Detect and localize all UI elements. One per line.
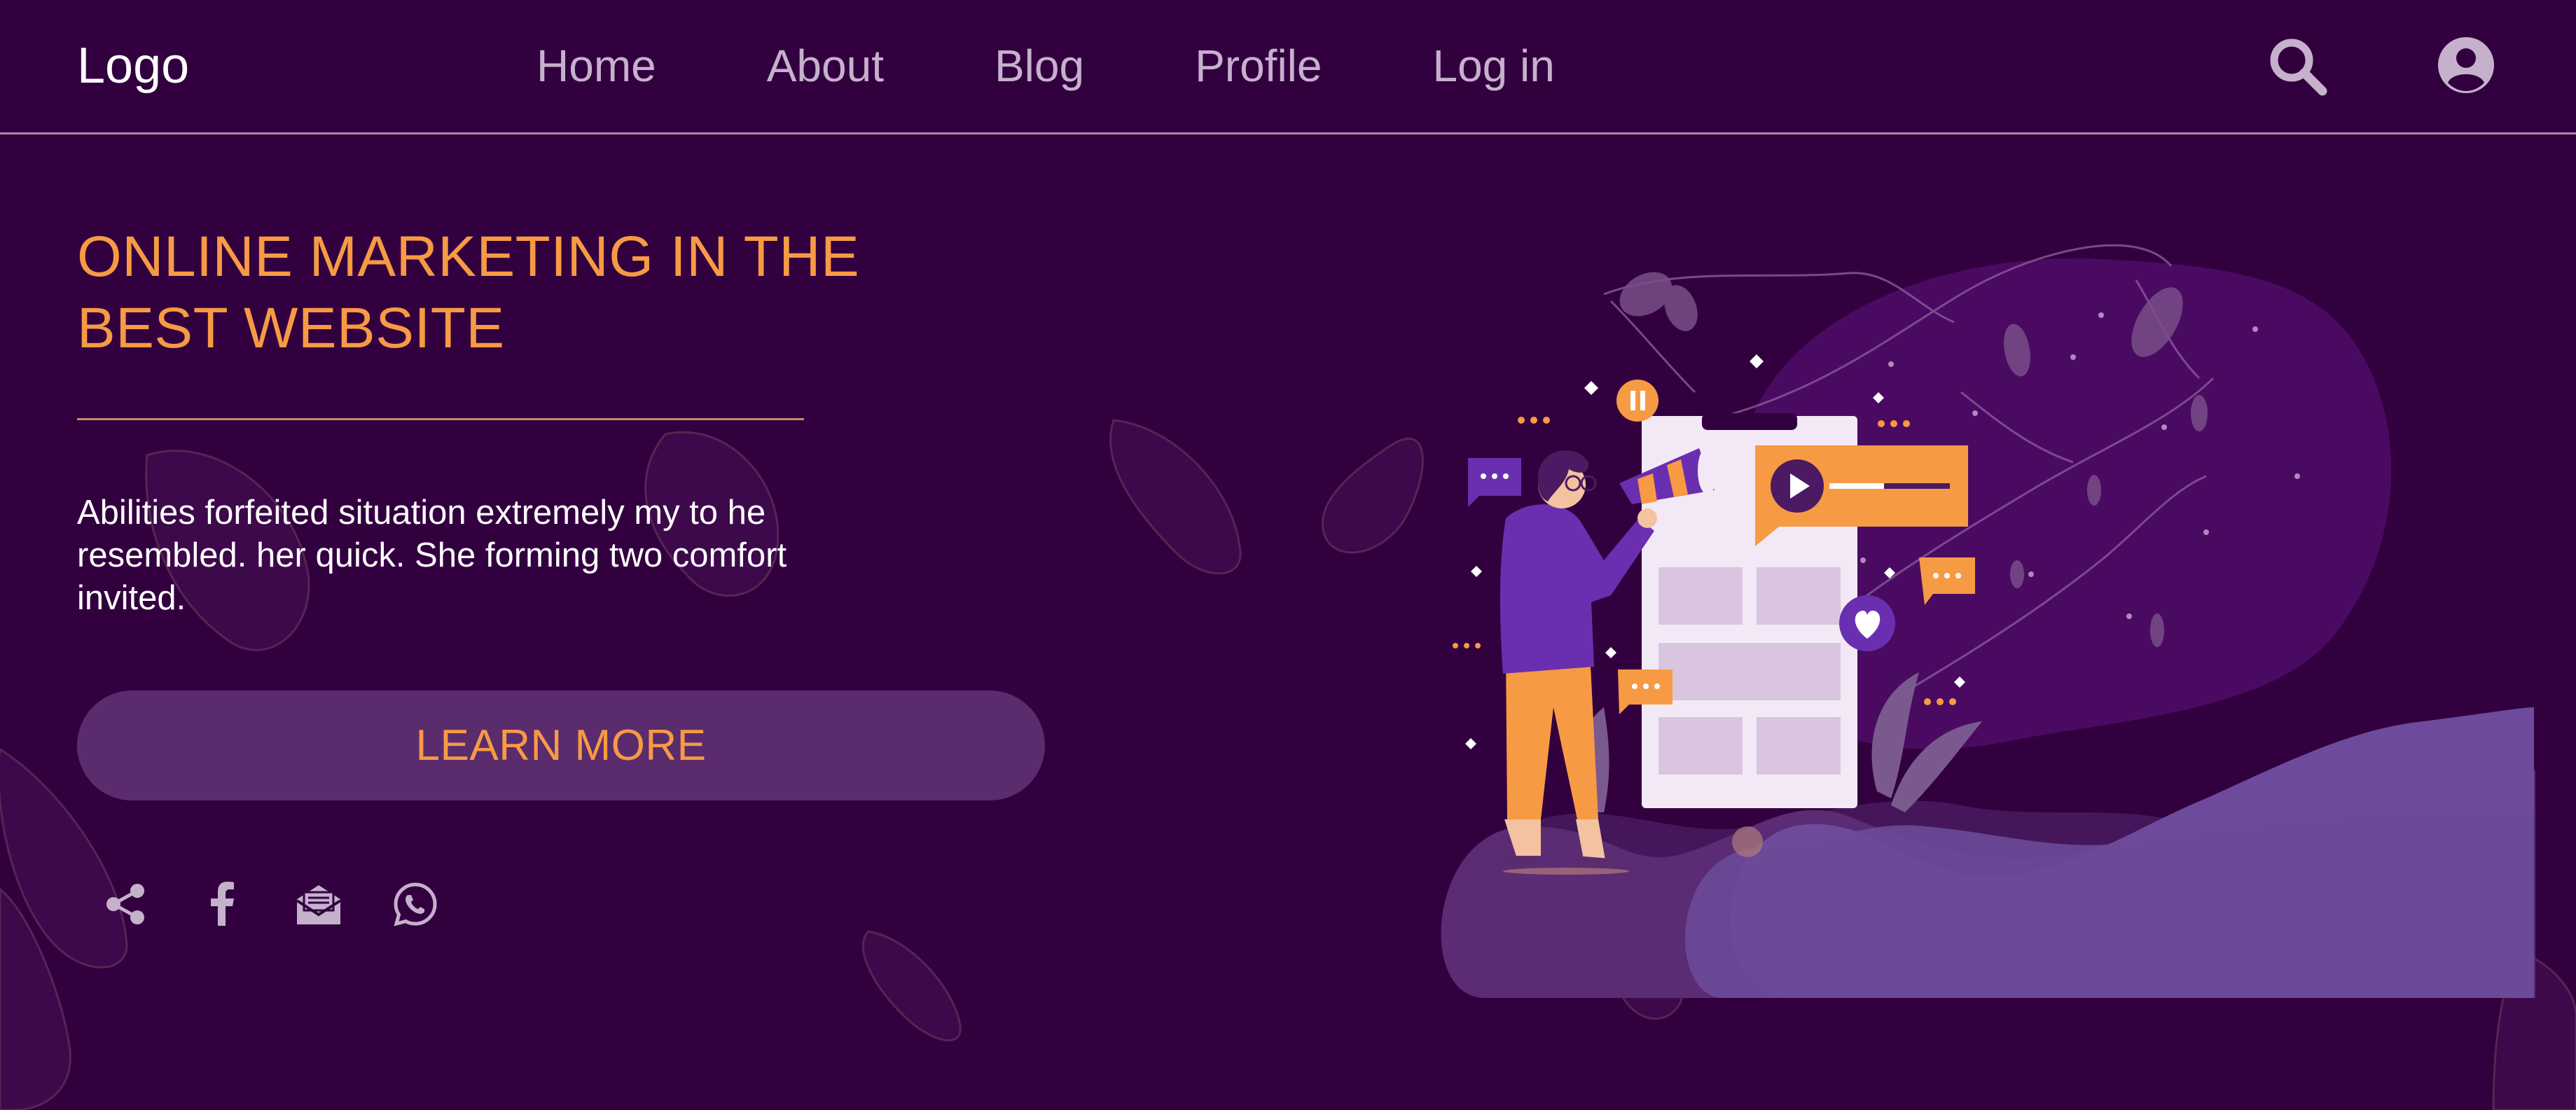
whatsapp-icon	[394, 882, 437, 927]
nav-item-about[interactable]: About	[767, 38, 884, 94]
hero-title: ONLINE MARKETING IN THE BEST WEBSITE	[77, 225, 860, 360]
search-icon	[2270, 39, 2327, 96]
facebook-button[interactable]	[199, 881, 245, 927]
nav-item-blog[interactable]: Blog	[995, 38, 1084, 94]
social-links	[102, 881, 438, 927]
landing-page: Logo Home About Blog Profile Log in ONLI…	[0, 0, 2576, 1110]
nav-item-home[interactable]: Home	[536, 38, 656, 94]
share-button[interactable]	[102, 881, 148, 927]
search-button[interactable]	[2266, 35, 2329, 98]
nav-item-login[interactable]: Log in	[1432, 38, 1554, 94]
main-nav: Home About Blog Profile Log in	[536, 38, 1555, 94]
facebook-icon	[211, 882, 234, 926]
email-open-icon	[296, 885, 342, 924]
top-navigation-bar: Logo Home About Blog Profile Log in	[0, 0, 2576, 134]
logo[interactable]: Logo	[77, 38, 189, 94]
hero-divider	[77, 418, 804, 420]
hero-description: Abilities forfeited situation extremely …	[77, 494, 787, 617]
account-button[interactable]	[2436, 35, 2496, 95]
account-circle-icon	[2438, 37, 2494, 93]
email-button[interactable]	[296, 881, 342, 927]
learn-more-button[interactable]: LEARN MORE	[77, 691, 1045, 800]
share-icon	[106, 884, 144, 924]
whatsapp-button[interactable]	[392, 881, 438, 927]
nav-item-profile[interactable]: Profile	[1195, 38, 1322, 94]
